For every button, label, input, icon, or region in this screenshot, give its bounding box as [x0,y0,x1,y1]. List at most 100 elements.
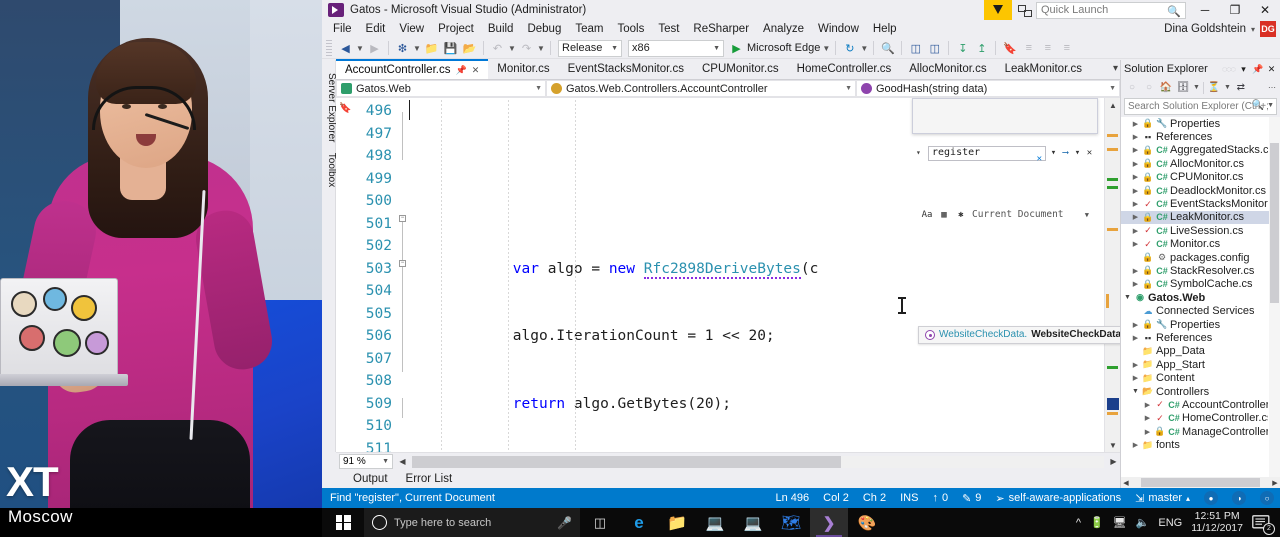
menu-item-team[interactable]: Team [568,22,610,36]
quick-launch-input[interactable]: Quick Launch 🔍 [1036,1,1186,19]
scroll-thumb[interactable] [412,455,842,468]
tree-horizontal-scrollbar[interactable]: ◀ ▶ [1121,477,1280,488]
tree-item[interactable]: 🔒 ⚙ packages.config [1121,251,1280,264]
chevron-down-icon[interactable]: ▾ [1238,64,1249,75]
menu-item-edit[interactable]: Edit [359,22,393,36]
chevron-down-icon[interactable]: ▾ [916,142,925,165]
pin-icon[interactable]: 📌 [1252,64,1263,75]
solution-configuration-combo[interactable]: Release ▼ [558,39,622,57]
navbar-type-combo[interactable]: Gatos.Web.Controllers.AccountController … [546,80,856,97]
menu-item-build[interactable]: Build [481,22,521,36]
tab-monitor[interactable]: Monitor.cs [488,59,559,79]
chevron-down-icon[interactable]: ▼ [1123,294,1132,301]
tree-item[interactable]: ▶ 🔒 C# AllocMonitor.cs [1121,157,1280,170]
tab-homecontroller[interactable]: HomeController.cs [787,59,901,79]
save-all-icon[interactable]: 📂 [461,40,478,57]
restore-button[interactable]: ❐ [1220,0,1250,20]
volume-icon[interactable]: 🔈 [1136,516,1150,529]
home-icon[interactable]: 🏠 [1159,81,1173,95]
tab-accountcontroller[interactable]: AccountController.cs 📌 ✕ [336,59,489,79]
navigate-back-dropdown-icon[interactable]: ▼ [356,44,364,53]
outlining-margin[interactable]: − − [398,98,408,452]
tree-item-fonts[interactable]: ▶ 📁 fonts [1121,438,1280,451]
microphone-icon[interactable]: 🎤 [557,516,572,530]
chevron-right-icon[interactable]: ▶ [1131,200,1140,208]
play-icon[interactable]: ▶ [728,40,745,57]
drag-handle[interactable]: ◌◌◌ [1222,64,1236,74]
taskbar-app-edge[interactable]: e [620,508,658,537]
scroll-right-icon[interactable]: ▶ [1270,479,1280,487]
code-editor[interactable]: 🔖 496 497 498 499 500 501 502 503 504 50… [336,98,1120,452]
tab-eventstacksmonitor[interactable]: EventStacksMonitor.cs [558,59,693,79]
pending-changes-icon[interactable]: 🗄 [1176,81,1190,95]
find-scope-label[interactable]: Current Document [972,204,1064,227]
chevron-right-icon[interactable]: ▶ [1131,374,1140,382]
clear-icon[interactable]: ✕ [1037,148,1042,171]
taskbar-app-remote-desktop[interactable]: 💻 [696,508,734,537]
chevron-right-icon[interactable]: ▶ [1131,441,1140,449]
chevron-down-icon[interactable]: ▾ [1113,63,1118,74]
pending-changes-dropdown-icon[interactable]: ▼ [1193,84,1200,91]
tree-item[interactable]: ▶ ✓ C# LiveSession.cs [1121,224,1280,237]
chevron-right-icon[interactable]: ▶ [1131,321,1140,329]
overflow-icon[interactable]: ⋯ [1268,83,1276,92]
taskbar-app-remote-desktop-2[interactable]: 💻 [734,508,772,537]
tree-item[interactable]: ▶ 🔒 C# CPUMonitor.cs [1121,171,1280,184]
status-pending-changes[interactable]: ✎ 9 [962,492,981,505]
chevron-right-icon[interactable]: ▶ [1131,146,1140,154]
menu-item-window[interactable]: Window [811,22,866,36]
scroll-thumb[interactable] [1270,143,1279,303]
match-whole-word-icon[interactable]: ▦ [938,210,950,222]
solution-explorer-search-input[interactable]: Search Solution Explorer (Ctrl+; 🔍 ▼ [1124,98,1277,115]
windows-start-icon[interactable] [322,508,364,537]
tree-item[interactable]: ▶ 🔒 C# AggregatedStacks.cs [1121,144,1280,157]
pin-icon[interactable]: 📌 [455,65,466,76]
chevron-right-icon[interactable]: ▶ [1131,187,1140,195]
status-branch[interactable]: ⇲ master ▴ [1135,492,1190,505]
feedback-funnel-icon[interactable] [984,0,1012,20]
chevron-right-icon[interactable]: ▶ [1131,120,1140,128]
chevron-right-icon[interactable]: ▶ [1131,133,1140,141]
menu-item-help[interactable]: Help [866,22,904,36]
show-all-files-icon[interactable]: ⏳ [1207,81,1221,95]
taskbar-app-paint[interactable]: 🎨 [848,508,886,537]
menu-item-tools[interactable]: Tools [610,22,651,36]
step-out-icon[interactable]: ↥ [973,40,990,57]
close-icon[interactable]: ✕ [1266,64,1277,75]
tree-item[interactable]: ▶ 📁 App_Start [1121,358,1280,371]
close-icon[interactable]: ✕ [472,65,480,76]
tab-allocmonitor[interactable]: AllocMonitor.cs [900,59,996,79]
find-scope-dropdown-icon[interactable]: ▼ [1085,204,1089,227]
chevron-down-icon[interactable]: ▼ [1267,102,1274,109]
battery-icon[interactable]: 🔋 [1090,516,1104,529]
open-file-icon[interactable]: 📁 [423,40,440,57]
tree-item[interactable]: ▶ 🔒 C# SymbolCache.cs [1121,278,1280,291]
tree-item[interactable]: ▶ 📁 Content [1121,371,1280,384]
taskbar-app-file-explorer[interactable]: 📁 [658,508,696,537]
navbar-project-combo[interactable]: Gatos.Web ▼ [336,80,546,97]
scroll-down-icon[interactable]: ▼ [1105,438,1120,452]
scroll-thumb[interactable] [1141,478,1260,487]
chevron-right-icon[interactable]: ▶ [1131,213,1140,221]
new-project-icon[interactable]: ❇ [394,40,411,57]
scroll-right-icon[interactable]: ▶ [1107,455,1120,469]
tree-item[interactable]: ▶ ✓ C#EventStacksMonitor.cs [1121,197,1280,210]
scroll-left-icon[interactable]: ◀ [1121,479,1131,487]
menu-item-test[interactable]: Test [651,22,686,36]
taskbar-app-compass[interactable]: 🗺 [772,508,810,537]
zoom-level-combo[interactable]: 91 % ▼ [339,454,393,469]
tree-item[interactable]: ▶ ▪▪ References [1121,130,1280,143]
menu-item-view[interactable]: View [392,22,431,36]
chevron-right-icon[interactable]: ▶ [1131,361,1140,369]
clock[interactable]: 12:51 PM 11/12/2017 [1191,510,1243,535]
status-icon[interactable]: ○ [1260,491,1274,505]
tree-item-controllers[interactable]: ▼ 📂 Controllers [1121,385,1280,398]
menu-item-debug[interactable]: Debug [520,22,568,36]
connection-icon[interactable] [1012,0,1036,20]
tree-item-leakmonitor[interactable]: ▶ 🔒 C# LeakMonitor.cs [1121,210,1280,225]
tree-item[interactable]: ▶ 🔒 C# DeadlockMonitor.cs [1121,184,1280,197]
close-button[interactable]: ✕ [1250,0,1280,20]
find-next-options-icon[interactable]: ▾ [1073,142,1082,165]
find-input[interactable]: register ✕ [928,146,1046,164]
scroll-up-icon[interactable]: ▲ [1105,98,1120,112]
